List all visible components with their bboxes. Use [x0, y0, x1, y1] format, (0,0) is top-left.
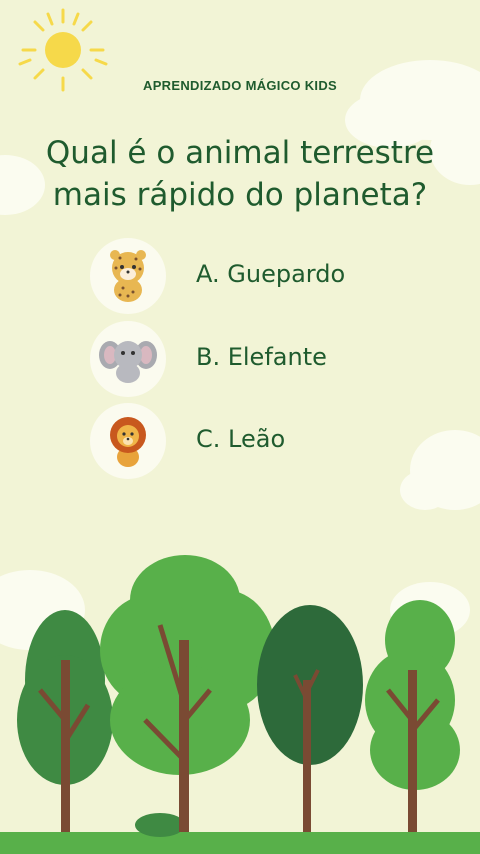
question-line-1: Qual é o animal terrestre [45, 135, 435, 171]
cheetah-icon [110, 250, 146, 302]
tree-icon [365, 600, 460, 832]
tree-icon [257, 605, 363, 832]
tree-icon [100, 555, 275, 837]
option-icon-circle [90, 238, 166, 314]
answer-option-c[interactable]: C. Leão [88, 403, 408, 483]
option-label-a: A. Guepardo [196, 260, 346, 288]
option-icon-circle [90, 403, 166, 479]
lion-icon [110, 417, 146, 467]
answer-option-a[interactable]: A. Guepardo [88, 238, 408, 318]
question-line-2: mais rápido do planeta? [52, 177, 428, 213]
option-label-b: B. Elefante [196, 343, 327, 371]
tree-icon [17, 610, 113, 832]
option-icon-circle [90, 321, 166, 397]
question-text: Qual é o animal terrestre mais rápido do… [0, 132, 480, 216]
brand-title: APRENDIZADO MÁGICO KIDS [143, 78, 337, 93]
elephant-icon [99, 341, 157, 383]
answer-option-b[interactable]: B. Elefante [88, 321, 408, 401]
option-label-c: C. Leão [196, 425, 286, 453]
